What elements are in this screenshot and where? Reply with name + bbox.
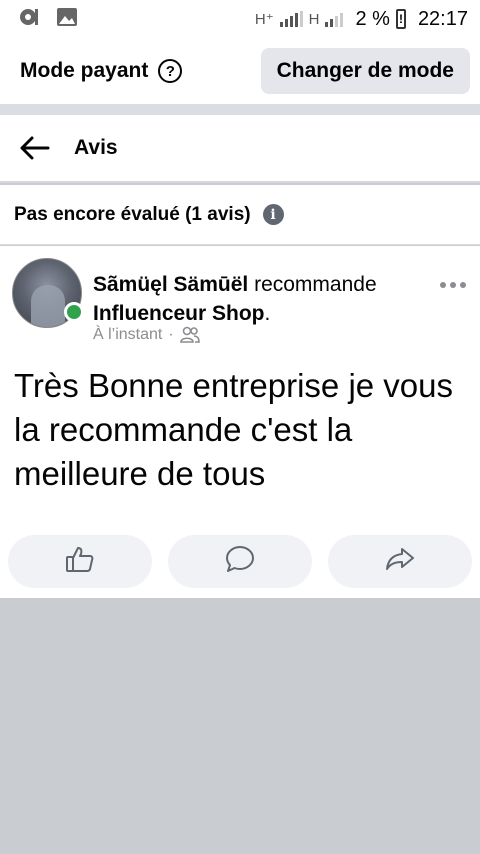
page-name-link[interactable]: Influenceur Shop bbox=[93, 302, 265, 325]
image-icon bbox=[56, 7, 78, 32]
recommend-verb: recommande bbox=[254, 273, 377, 296]
battery-warning-mark: ! bbox=[398, 12, 403, 26]
signal-icon-2 bbox=[325, 11, 344, 27]
network-type-1: H⁺ bbox=[254, 11, 274, 28]
page-title: Avis bbox=[74, 136, 118, 159]
help-icon[interactable]: ? bbox=[158, 59, 183, 83]
like-button[interactable] bbox=[8, 535, 152, 588]
info-icon[interactable]: i bbox=[262, 204, 284, 225]
rating-text: Pas encore évalué (1 avis) bbox=[14, 203, 251, 225]
divider bbox=[0, 104, 480, 115]
comment-button[interactable] bbox=[168, 535, 312, 588]
mode-label: Mode payant bbox=[20, 59, 149, 82]
friends-audience-icon[interactable] bbox=[179, 326, 200, 344]
review-post: Sãmüęl Sämūël recommande Influenceur Sho… bbox=[0, 246, 480, 598]
rating-summary: Pas encore évalué (1 avis) i bbox=[0, 185, 480, 245]
share-button[interactable] bbox=[328, 535, 472, 588]
avatar-wrapper[interactable] bbox=[12, 258, 84, 328]
battery-icon: ! bbox=[395, 9, 406, 29]
mode-bar: Mode payant ? Changer de mode bbox=[0, 38, 480, 104]
podcast-icon bbox=[18, 7, 40, 32]
clock: 22:17 bbox=[417, 7, 468, 30]
author-name[interactable]: Sãmüęl Sämūël bbox=[93, 273, 248, 296]
post-time[interactable]: À l’instant bbox=[93, 326, 162, 344]
post-actions bbox=[8, 535, 472, 588]
online-status-dot bbox=[64, 302, 84, 322]
more-options-icon[interactable] bbox=[440, 282, 466, 288]
battery-percent: 2 % bbox=[355, 7, 390, 30]
switch-mode-button[interactable]: Changer de mode bbox=[260, 48, 470, 94]
status-bar: H⁺ H 2 % ! 22:17 bbox=[0, 0, 480, 38]
meta-separator: · bbox=[168, 326, 174, 343]
review-text: Très Bonne entreprise je vous la recomma… bbox=[14, 367, 454, 492]
like-icon bbox=[65, 545, 95, 578]
back-arrow-icon[interactable] bbox=[20, 131, 54, 165]
share-icon bbox=[385, 545, 415, 578]
post-meta: À l’instant · bbox=[93, 326, 200, 344]
post-author-line: Sãmüęl Sämūël recommande Influenceur Sho… bbox=[93, 270, 423, 328]
signal-icon bbox=[279, 11, 303, 27]
author-line-period: . bbox=[264, 302, 271, 325]
network-type-2: H bbox=[308, 10, 320, 28]
comment-icon bbox=[225, 545, 255, 578]
page-header: Avis bbox=[0, 115, 480, 183]
